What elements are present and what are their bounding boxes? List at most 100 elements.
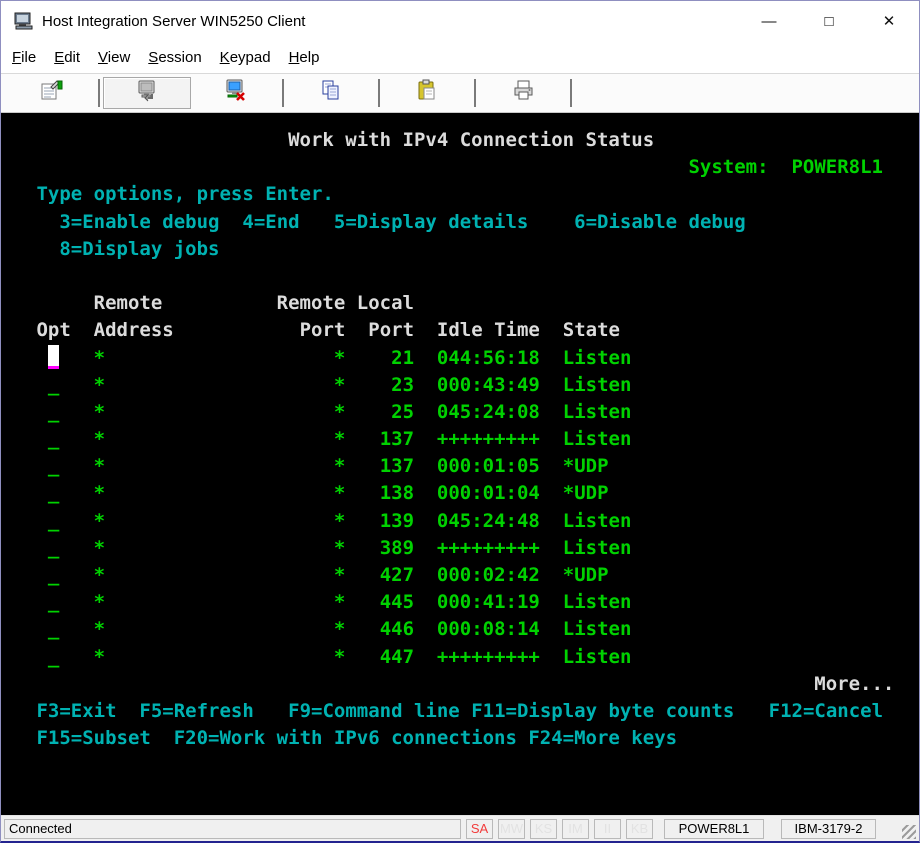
- terminal-text: Port: [300, 319, 346, 341]
- terminal-text: _: [48, 564, 59, 586]
- terminal-row: Opt Address Port Port Idle Time State: [25, 317, 919, 344]
- copy-icon: [319, 78, 344, 108]
- terminal-row: _ * * 139 045:24:48 Listen: [25, 508, 919, 535]
- terminal-text: 5=Display details: [334, 211, 528, 233]
- terminal-text: 8=Display jobs: [59, 238, 219, 260]
- status-indicator-kb: KB: [626, 819, 653, 839]
- terminal-text: *: [334, 347, 345, 369]
- menu-item-help[interactable]: Help: [280, 44, 329, 71]
- terminal-row: Type options, press Enter.: [25, 181, 919, 208]
- terminal-text: Address: [94, 319, 174, 341]
- terminal-text: Port: [368, 319, 414, 341]
- terminal-text: 000:01:04: [437, 482, 540, 504]
- disconnect-button[interactable]: [191, 77, 279, 109]
- terminal-text: *: [334, 455, 345, 477]
- terminal-text: _: [48, 618, 59, 640]
- terminal-text: Remote: [94, 292, 163, 314]
- print-button[interactable]: [479, 77, 567, 109]
- terminal-text: *: [94, 401, 105, 423]
- terminal-text: _: [48, 591, 59, 613]
- menu-item-edit[interactable]: Edit: [45, 44, 89, 71]
- terminal-text: 447: [380, 646, 414, 668]
- menu-item-file[interactable]: File: [3, 44, 45, 71]
- terminal-text: Work with IPv4 Connection Status: [288, 129, 654, 151]
- terminal-text: State: [563, 319, 620, 341]
- print-icon: [511, 78, 536, 108]
- resize-grip-icon[interactable]: [902, 825, 916, 839]
- paste-icon: [415, 78, 440, 108]
- maximize-button[interactable]: □: [799, 1, 859, 41]
- terminal-text: 044:56:18: [437, 347, 540, 369]
- terminal-text: 3=Enable debug: [59, 211, 219, 233]
- terminal-text: *UDP: [563, 482, 609, 504]
- terminal-cursor: [48, 345, 59, 369]
- terminal-text: 000:08:14: [437, 618, 540, 640]
- terminal-row: Remote Remote Local: [25, 290, 919, 317]
- terminal-text: *: [94, 455, 105, 477]
- terminal-text: Local: [357, 292, 414, 314]
- status-indicator-im: IM: [562, 819, 589, 839]
- paste-button[interactable]: [383, 77, 471, 109]
- close-button[interactable]: ✕: [859, 1, 919, 41]
- terminal-text: Listen: [563, 347, 632, 369]
- terminal-text: Listen: [563, 510, 632, 532]
- terminal-text: _: [48, 646, 59, 668]
- terminal-text: *: [94, 482, 105, 504]
- terminal-text: *: [334, 537, 345, 559]
- toolbar: [1, 74, 919, 113]
- terminal-app-icon: [14, 12, 34, 30]
- terminal-text: Listen: [563, 428, 632, 450]
- terminal-text: 389: [380, 537, 414, 559]
- terminal-text: 21: [391, 347, 414, 369]
- copy-button[interactable]: [287, 77, 375, 109]
- minimize-button[interactable]: —: [739, 1, 799, 41]
- terminal-text: 138: [380, 482, 414, 504]
- terminal-text: 137: [380, 428, 414, 450]
- terminal-text: F9=Command line: [288, 700, 460, 722]
- terminal-text: *: [94, 591, 105, 613]
- terminal-text: *: [94, 510, 105, 532]
- status-indicator-sa: SA: [466, 819, 493, 839]
- terminal-text: Listen: [563, 591, 632, 613]
- terminal-text: 000:02:42: [437, 564, 540, 586]
- terminal-row: _ * * 446 000:08:14 Listen: [25, 616, 919, 643]
- menu-item-view[interactable]: View: [89, 44, 139, 71]
- terminal-text: *: [334, 510, 345, 532]
- terminal-screen[interactable]: Work with IPv4 Connection Status System:…: [1, 113, 919, 815]
- disconnect-icon: [223, 78, 248, 108]
- terminal-text: *: [334, 564, 345, 586]
- terminal-text: F3=Exit: [36, 700, 116, 722]
- terminal-row: System: POWER8L1: [25, 154, 919, 181]
- terminal-text: 427: [380, 564, 414, 586]
- terminal-text: 4=End: [242, 211, 299, 233]
- session-properties-icon: [39, 78, 64, 108]
- system-name-panel: POWER8L1: [664, 819, 764, 839]
- connect-icon: [135, 78, 160, 108]
- terminal-text: _: [48, 374, 59, 396]
- connect-button[interactable]: [103, 77, 191, 109]
- win5250-client-window: Host Integration Server WIN5250 Client —…: [0, 0, 920, 843]
- terminal-row: 3=Enable debug 4=End 5=Display details 6…: [25, 209, 919, 236]
- terminal-row: More...: [25, 671, 919, 698]
- terminal-row: _ * * 137 000:01:05 *UDP: [25, 453, 919, 480]
- session-properties-button[interactable]: [7, 77, 95, 109]
- terminal-type-panel: IBM-3179-2: [781, 819, 876, 839]
- terminal-text: 045:24:48: [437, 510, 540, 532]
- terminal-row: _ * * 427 000:02:42 *UDP: [25, 562, 919, 589]
- terminal-row: _ * * 23 000:43:49 Listen: [25, 372, 919, 399]
- terminal-text: *UDP: [563, 455, 609, 477]
- status-bar: Connected SAMWKSIMIIKB POWER8L1 IBM-3179…: [1, 815, 919, 841]
- terminal-text: 445: [380, 591, 414, 613]
- terminal-text: _: [48, 401, 59, 423]
- terminal-text: *: [334, 374, 345, 396]
- status-indicator-ii: II: [594, 819, 621, 839]
- terminal-text: F24=More keys: [528, 727, 677, 749]
- terminal-row: _ * * 447 +++++++++ Listen: [25, 644, 919, 671]
- terminal-text: POWER8L1: [791, 156, 883, 178]
- menu-item-session[interactable]: Session: [139, 44, 210, 71]
- toolbar-separator: [474, 79, 476, 107]
- terminal-row: Work with IPv4 Connection Status: [25, 127, 919, 154]
- terminal-text: 23: [391, 374, 414, 396]
- status-indicator-mw: MW: [498, 819, 525, 839]
- menu-item-keypad[interactable]: Keypad: [211, 44, 280, 71]
